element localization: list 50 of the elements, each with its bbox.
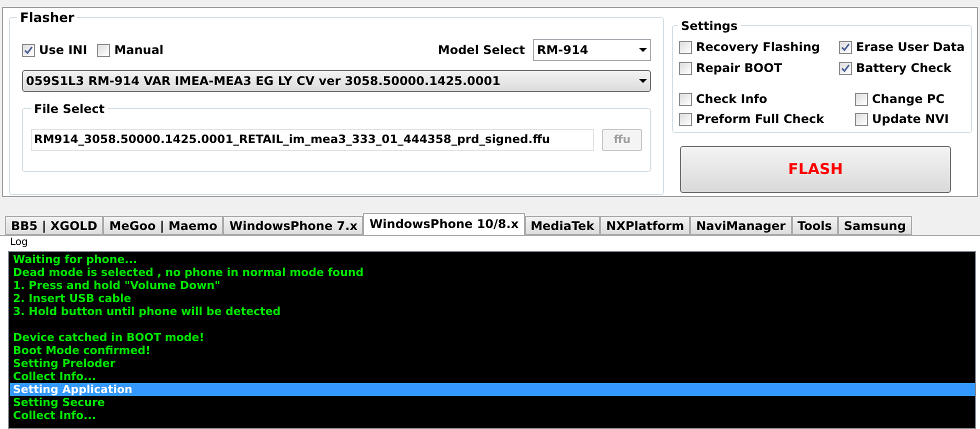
- checkbox-label: Preform Full Check: [696, 111, 824, 128]
- checkbox-label: Erase User Data: [856, 39, 965, 56]
- checkbox-label: Use INI: [39, 42, 88, 59]
- log-line: 1. Press and hold "Volume Down": [12, 279, 222, 292]
- tab[interactable]: WindowsPhone 7.x: [223, 216, 364, 235]
- checkbox[interactable]: [855, 92, 868, 106]
- log-line: Setting Preloder: [12, 357, 116, 370]
- checkbox[interactable]: [679, 112, 692, 126]
- checkbox-label: Battery Check: [856, 60, 952, 77]
- log-line: Boot Mode confirmed!: [12, 344, 152, 357]
- log-line: Collect Info...: [12, 409, 98, 422]
- caret-icon: [639, 79, 647, 83]
- tab[interactable]: Tools: [792, 216, 838, 235]
- check-icon: [841, 64, 850, 72]
- tab[interactable]: Samsung: [838, 216, 912, 235]
- checkbox-label: Repair BOOT: [696, 60, 782, 77]
- checkbox[interactable]: [855, 112, 868, 126]
- log-line: Dead mode is selected , no phone in normal mode found: [12, 266, 365, 279]
- log-line: Device catched in BOOT mode!: [12, 331, 206, 344]
- tab[interactable]: WindowsPhone 10/8.x: [363, 213, 525, 235]
- log-line: Waiting for phone...: [12, 253, 138, 266]
- file-path-field[interactable]: RM914_3058.50000.1425.0001_RETAIL_im_mea3_333_01_444358_prd_signed.ffu: [31, 129, 594, 151]
- field-label: Model Select: [438, 42, 525, 59]
- tab[interactable]: NXPlatform: [600, 216, 690, 235]
- checkbox[interactable]: [679, 40, 692, 54]
- checkbox-label: Check Info: [696, 91, 768, 108]
- tab[interactable]: BB5 | XGOLD: [5, 216, 104, 235]
- checkbox[interactable]: [839, 40, 852, 54]
- checkbox[interactable]: [679, 92, 692, 106]
- tab[interactable]: MediaTek: [524, 216, 600, 235]
- tab[interactable]: MeGoo | Maemo: [103, 216, 224, 235]
- log-line: Collect Info...: [12, 370, 98, 383]
- log-line: Setting Secure: [12, 396, 106, 409]
- tab[interactable]: NaviManager: [690, 216, 792, 235]
- checkbox[interactable]: [839, 62, 852, 74]
- check-icon: [841, 42, 850, 52]
- log-line: 2. Insert USB cable: [12, 292, 132, 305]
- caret-icon: [639, 48, 647, 52]
- check-icon: [24, 46, 33, 54]
- model-dropdown[interactable]: RM-914: [533, 39, 651, 61]
- checkbox-label: Change PC: [872, 91, 944, 108]
- checkbox-label: Recovery Flashing: [696, 39, 820, 56]
- firmware-dropdown[interactable]: 059S1L3 RM-914 VAR IMEA-MEA3 EG LY CV ver 3058.50000.1425.0001: [22, 70, 651, 92]
- log-title: Log: [9, 236, 29, 249]
- checkbox[interactable]: [22, 44, 35, 56]
- checkbox-label: Update NVI: [872, 111, 949, 128]
- checkbox-label: Manual: [114, 42, 164, 59]
- checkbox[interactable]: [679, 62, 692, 74]
- log-line: 3. Hold button until phone will be detected: [12, 305, 282, 318]
- checkbox[interactable]: [97, 44, 110, 56]
